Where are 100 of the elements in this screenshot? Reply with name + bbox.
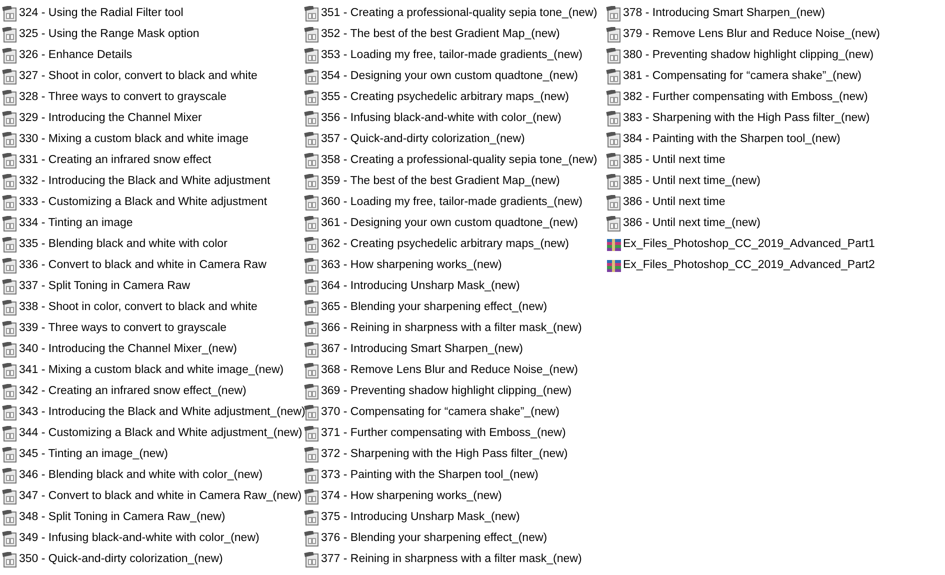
file-name[interactable]: 325 - Using the Range Mask option xyxy=(19,26,200,44)
file-name[interactable]: 386 - Until next time xyxy=(623,194,726,212)
video-file-icon xyxy=(304,236,320,252)
video-file-icon xyxy=(2,258,18,274)
file-name[interactable]: 362 - Creating psychedelic arbitrary maps_(new) xyxy=(321,236,569,254)
file-name[interactable]: 338 - Shoot in color, convert to black and white xyxy=(19,298,258,316)
file-name[interactable]: 327 - Shoot in color, convert to black and white xyxy=(19,68,258,86)
file-name[interactable]: 378 - Introducing Smart Sharpen_(new) xyxy=(623,4,825,22)
file-name[interactable]: 354 - Designing your own custom quadtone_(new) xyxy=(321,68,578,86)
video-file-icon xyxy=(304,194,320,210)
file-name[interactable]: 352 - The best of the best Gradient Map_(new) xyxy=(321,26,560,44)
file-name[interactable]: 332 - Introducing the Black and White adjustment xyxy=(19,172,270,190)
video-file-icon xyxy=(2,174,18,190)
file-name[interactable]: 324 - Using the Radial Filter tool xyxy=(19,4,184,22)
video-file-icon xyxy=(606,216,622,232)
file-name[interactable]: 337 - Split Toning in Camera Raw xyxy=(19,278,190,296)
video-file-icon xyxy=(2,48,18,64)
file-name[interactable]: 379 - Remove Lens Blur and Reduce Noise_(new) xyxy=(623,26,880,44)
video-file-icon xyxy=(304,26,320,42)
file-name[interactable]: 381 - Compensating for “camera shake”_(new) xyxy=(623,68,862,86)
file-name[interactable]: 333 - Customizing a Black and White adjustment xyxy=(19,194,268,212)
video-file-icon xyxy=(2,362,18,378)
file-name[interactable]: 385 - Until next time xyxy=(623,152,726,170)
video-file-icon xyxy=(304,488,320,504)
video-file-icon xyxy=(304,552,320,568)
file-name[interactable]: 371 - Further compensating with Emboss_(new) xyxy=(321,424,566,442)
video-file-icon xyxy=(2,90,18,106)
file-name[interactable]: 369 - Preventing shadow highlight clipping_(new) xyxy=(321,382,572,400)
file-name[interactable]: 368 - Remove Lens Blur and Reduce Noise_(new) xyxy=(321,362,578,380)
file-name[interactable]: 372 - Sharpening with the High Pass filter_(new) xyxy=(321,446,568,464)
video-file-icon xyxy=(2,426,18,442)
file-name[interactable]: Ex_Files_Photoshop_CC_2019_Advanced_Part1 xyxy=(623,236,875,254)
file-name[interactable]: Ex_Files_Photoshop_CC_2019_Advanced_Part2 xyxy=(623,256,875,274)
video-file-icon xyxy=(304,404,320,420)
file-name[interactable]: 348 - Split Toning in Camera Raw_(new) xyxy=(19,508,226,526)
file-name[interactable]: 357 - Quick-and-dirty colorization_(new) xyxy=(321,130,525,148)
video-file-icon xyxy=(304,320,320,336)
file-name[interactable]: 382 - Further compensating with Emboss_(new) xyxy=(623,88,868,106)
file-name[interactable]: 358 - Creating a professional-quality sepia tone_(new) xyxy=(321,152,598,170)
video-file-icon xyxy=(304,300,320,316)
file-name[interactable]: 329 - Introducing the Channel Mixer xyxy=(19,110,202,128)
video-file-icon xyxy=(304,384,320,400)
video-file-icon xyxy=(304,426,320,442)
file-name[interactable]: 345 - Tinting an image_(new) xyxy=(19,446,168,464)
file-name[interactable]: 370 - Compensating for “camera shake”_(new) xyxy=(321,404,560,422)
file-name[interactable]: 344 - Customizing a Black and White adjustment_(new) xyxy=(19,424,302,442)
file-name[interactable]: 351 - Creating a professional-quality sepia tone_(new) xyxy=(321,4,598,22)
file-name[interactable]: 384 - Painting with the Sharpen tool_(new) xyxy=(623,130,840,148)
file-name[interactable]: 331 - Creating an infrared snow effect xyxy=(19,152,212,170)
file-name[interactable]: 349 - Infusing black-and-white with color_(new) xyxy=(19,530,260,548)
file-name[interactable]: 340 - Introducing the Channel Mixer_(new) xyxy=(19,340,237,358)
video-file-icon xyxy=(304,446,320,462)
file-name[interactable]: 336 - Convert to black and white in Camera Raw xyxy=(19,256,266,274)
file-name[interactable]: 355 - Creating psychedelic arbitrary maps_(new) xyxy=(321,88,569,106)
file-name[interactable]: 373 - Painting with the Sharpen tool_(new) xyxy=(321,466,538,484)
file-name[interactable]: 386 - Until next time_(new) xyxy=(623,214,760,232)
file-name[interactable]: 339 - Three ways to convert to grayscale xyxy=(19,320,227,338)
video-file-icon xyxy=(2,152,18,168)
video-file-icon xyxy=(606,110,622,126)
video-file-icon xyxy=(2,404,18,420)
file-name[interactable]: 366 - Reining in sharpness with a filter mask_(new) xyxy=(321,320,582,338)
archive-file-icon xyxy=(606,236,622,252)
video-file-icon xyxy=(2,468,18,484)
file-name[interactable]: 385 - Until next time_(new) xyxy=(623,172,760,190)
video-file-icon xyxy=(2,26,18,42)
video-file-icon xyxy=(606,132,622,148)
file-name[interactable]: 359 - The best of the best Gradient Map_(new) xyxy=(321,172,560,190)
file-name[interactable]: 356 - Infusing black-and-white with color_(new) xyxy=(321,110,562,128)
video-file-icon xyxy=(304,6,320,22)
file-name[interactable]: 365 - Blending your sharpening effect_(new) xyxy=(321,298,548,316)
file-name[interactable]: 350 - Quick-and-dirty colorization_(new) xyxy=(19,550,223,568)
file-name[interactable]: 346 - Blending black and white with color_(new) xyxy=(19,466,263,484)
file-name[interactable]: 367 - Introducing Smart Sharpen_(new) xyxy=(321,340,523,358)
file-name[interactable]: 375 - Introducing Unsharp Mask_(new) xyxy=(321,508,520,526)
file-name[interactable]: 353 - Loading my free, tailor-made gradients_(new) xyxy=(321,46,582,64)
file-name[interactable]: 364 - Introducing Unsharp Mask_(new) xyxy=(321,278,520,296)
file-name[interactable]: 342 - Creating an infrared snow effect_(new) xyxy=(19,382,246,400)
video-file-icon xyxy=(304,278,320,294)
video-file-icon xyxy=(606,6,622,22)
file-name[interactable]: 343 - Introducing the Black and White adjustment_(new) xyxy=(19,404,306,422)
video-file-icon xyxy=(2,236,18,252)
file-name[interactable]: 377 - Reining in sharpness with a filter mask_(new) xyxy=(321,550,582,568)
file-name[interactable]: 330 - Mixing a custom black and white image xyxy=(19,130,248,148)
file-name[interactable]: 363 - How sharpening works_(new) xyxy=(321,256,502,274)
video-file-icon xyxy=(606,194,622,210)
file-name[interactable]: 376 - Blending your sharpening effect_(new) xyxy=(321,530,548,548)
video-file-icon xyxy=(2,194,18,210)
video-file-icon xyxy=(304,216,320,232)
file-name[interactable]: 334 - Tinting an image xyxy=(19,214,133,232)
file-name[interactable]: 361 - Designing your own custom quadtone_(new) xyxy=(321,214,578,232)
file-name[interactable]: 341 - Mixing a custom black and white image_(new) xyxy=(19,362,284,380)
file-name[interactable]: 347 - Convert to black and white in Camera Raw_(new) xyxy=(19,488,302,506)
file-name[interactable]: 383 - Sharpening with the High Pass filter_(new) xyxy=(623,110,870,128)
file-name[interactable]: 374 - How sharpening works_(new) xyxy=(321,488,502,506)
file-name[interactable]: 328 - Three ways to convert to grayscale xyxy=(19,88,227,106)
video-file-icon xyxy=(2,278,18,294)
file-name[interactable]: 326 - Enhance Details xyxy=(19,46,132,64)
file-name[interactable]: 335 - Blending black and white with color xyxy=(19,236,228,254)
file-name[interactable]: 360 - Loading my free, tailor-made gradients_(new) xyxy=(321,194,582,212)
file-name[interactable]: 380 - Preventing shadow highlight clipping_(new) xyxy=(623,46,874,64)
